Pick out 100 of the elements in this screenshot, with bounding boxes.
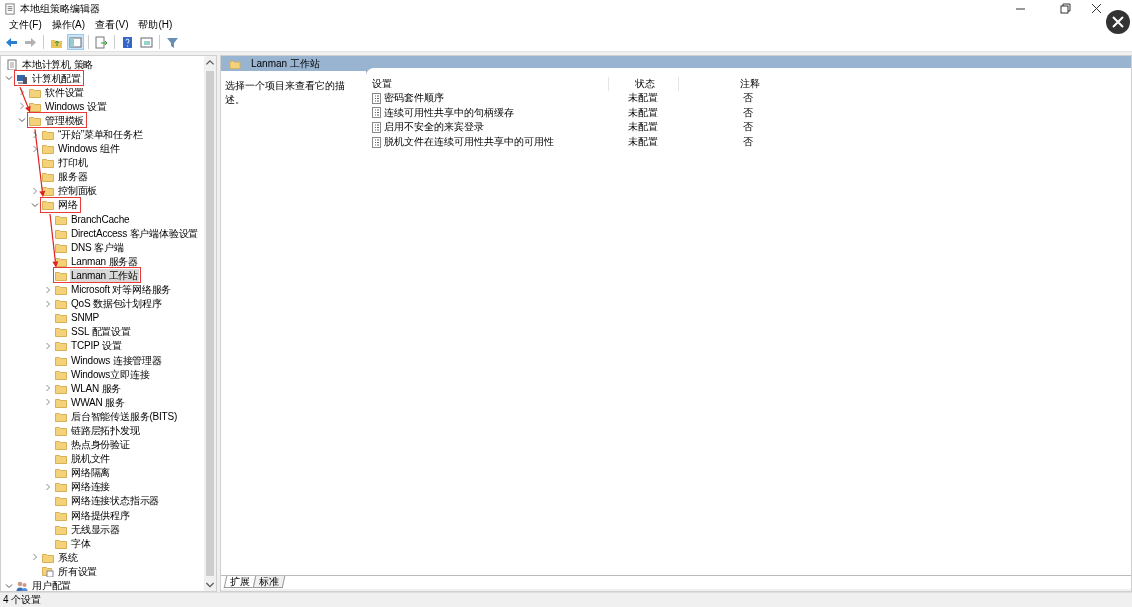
window-title: 本地组策略编辑器 xyxy=(20,1,100,16)
tree-item[interactable]: WWAN 服务 xyxy=(70,395,126,409)
folder-icon xyxy=(55,340,67,352)
tree-item[interactable]: 无线显示器 xyxy=(70,522,121,536)
tree-item[interactable]: 管理模板 xyxy=(44,113,86,127)
chevron-icon[interactable] xyxy=(5,74,13,83)
annotation-arrow xyxy=(34,128,46,197)
folder-icon xyxy=(42,171,54,183)
folder-icon xyxy=(55,284,67,296)
user-icon xyxy=(16,580,28,591)
chevron-icon[interactable] xyxy=(18,116,26,125)
tree-item[interactable]: “开始”菜单和任务栏 xyxy=(57,128,144,141)
folder-icon xyxy=(55,227,67,239)
setting-item[interactable]: 脱机文件在连续可用性共享中的可用性 xyxy=(370,135,608,150)
folder-icon xyxy=(55,312,67,324)
status-text: 4 个设置 xyxy=(3,593,42,607)
tree-item[interactable]: Windows立即连接 xyxy=(70,367,151,381)
tree-item[interactable]: WLAN 服务 xyxy=(70,381,123,395)
tree-item[interactable]: QoS 数据包计划程序 xyxy=(70,297,163,311)
folder-icon xyxy=(55,425,67,436)
close-icon[interactable] xyxy=(1112,16,1124,28)
tree-item[interactable]: 网络连接 xyxy=(70,480,112,494)
setting-icon xyxy=(372,107,381,119)
tree-item[interactable]: 控制面板 xyxy=(57,184,99,198)
folder-icon xyxy=(55,354,67,366)
computer-icon xyxy=(16,72,28,84)
chevron-icon[interactable] xyxy=(5,581,13,590)
chevron-icon[interactable] xyxy=(18,88,26,97)
folder-icon xyxy=(42,129,54,140)
scrollbar[interactable] xyxy=(204,56,216,591)
setting-item[interactable]: 密码套件顺序 xyxy=(370,91,608,106)
column-header[interactable]: 设置 xyxy=(370,76,608,91)
tree-item[interactable]: 链路层拓扑发现 xyxy=(70,424,141,437)
tree-item[interactable]: 字体 xyxy=(70,536,92,550)
tree-item[interactable]: SNMP xyxy=(70,311,101,325)
tree-item[interactable]: 服务器 xyxy=(57,170,89,184)
setting-item[interactable]: 启用不安全的来宾登录 xyxy=(370,120,608,135)
description-text: 选择一个项目来查看它的描述。 xyxy=(225,80,345,105)
menu-item[interactable]: 文件(F) xyxy=(4,18,47,32)
menu-item[interactable]: 操作(A) xyxy=(46,18,91,32)
tree-item[interactable]: Windows 连接管理器 xyxy=(70,353,163,367)
folder-icon xyxy=(42,143,54,155)
folder-icon xyxy=(55,537,67,549)
tree-item[interactable]: 脱机文件 xyxy=(70,452,112,466)
tree-item[interactable]: 打印机 xyxy=(57,156,89,170)
table-cell-text: 未配置 xyxy=(627,91,659,106)
folder-icon xyxy=(55,326,67,338)
folder-icon xyxy=(55,523,67,535)
tree-item[interactable]: 系统 xyxy=(57,550,79,564)
tree-item[interactable]: TCPIP 设置 xyxy=(70,339,123,353)
folder-icon xyxy=(55,481,67,493)
tree-item[interactable]: 网络 xyxy=(57,198,79,212)
tree-item[interactable]: 软件设置 xyxy=(44,85,86,99)
folder-icon xyxy=(55,213,67,225)
folder-icon xyxy=(55,410,67,422)
tree-item[interactable]: Windows 设置 xyxy=(44,99,108,113)
tree-item[interactable]: 用户配置 xyxy=(31,579,73,591)
setting-icon xyxy=(372,92,381,104)
tree-item[interactable]: BranchCache xyxy=(70,212,131,226)
table-cell-text: 否 xyxy=(742,135,754,150)
tree-item[interactable]: Lanman 工作站 xyxy=(70,268,139,282)
tree-item[interactable]: SSL 配置设置 xyxy=(70,325,132,339)
tree-item[interactable]: 网络连接状态指示器 xyxy=(70,494,161,508)
tree-item[interactable]: DirectAccess 客户端体验设置 xyxy=(70,226,200,240)
chevron-icon[interactable] xyxy=(31,201,39,209)
tree-item[interactable]: Lanman 服务器 xyxy=(70,254,139,268)
folder-icon xyxy=(55,396,67,408)
tree-item[interactable]: Microsoft 对等网络服务 xyxy=(70,283,173,297)
chevron-icon[interactable] xyxy=(31,144,39,153)
folder-icon xyxy=(42,551,54,563)
folder-icon xyxy=(229,58,241,69)
menu-item[interactable]: 帮助(H) xyxy=(133,18,178,32)
column-header[interactable]: 状态 xyxy=(608,76,678,91)
table-cell-text: 否 xyxy=(742,105,754,120)
scroll-thumb[interactable] xyxy=(206,71,214,576)
tree-item[interactable]: 计算机配置 xyxy=(31,71,82,85)
tree-item[interactable]: Windows 组件 xyxy=(57,142,121,156)
tree-item[interactable]: 后台智能传送服务(BITS) xyxy=(70,409,179,423)
setting-item[interactable]: 连续可用性共享中的句柄缓存 xyxy=(370,105,608,120)
chevron-icon[interactable] xyxy=(31,130,39,139)
table-cell-text: 未配置 xyxy=(627,120,659,135)
folder-icon xyxy=(55,269,67,281)
tree-item[interactable]: 所有设置 xyxy=(57,564,99,578)
tree-item[interactable]: 网络提供程序 xyxy=(70,508,131,522)
tree-item[interactable]: 本地计算机 策略 xyxy=(21,57,95,71)
column-header[interactable]: 注释 xyxy=(678,76,818,91)
folder-icon xyxy=(55,241,67,253)
folder-icon xyxy=(55,439,67,451)
tree-item[interactable]: 网络隔离 xyxy=(70,466,112,480)
view-tab[interactable]: 扩展 xyxy=(223,576,257,588)
details-title: Lanman 工作站 xyxy=(251,56,320,71)
tree-item[interactable]: DNS 客户端 xyxy=(70,240,125,254)
table-cell-text: 否 xyxy=(742,91,754,106)
folder-icon xyxy=(42,199,54,211)
tree-item[interactable]: 热点身份验证 xyxy=(70,438,131,452)
menu-item[interactable]: 查看(V) xyxy=(90,18,134,32)
annotation-arrow xyxy=(19,86,31,113)
view-tab[interactable]: 标准 xyxy=(252,576,286,588)
folder-icon xyxy=(29,100,41,112)
folder-icon xyxy=(29,86,41,98)
